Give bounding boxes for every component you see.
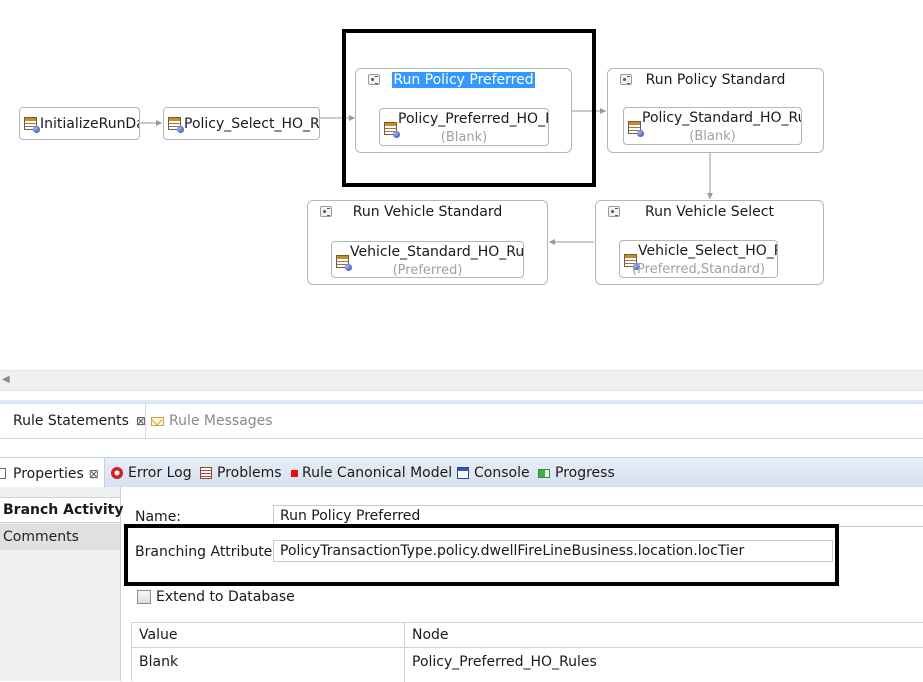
branch-run-vehicle-select[interactable]: Run Vehicle Select Vehicle_Select_HO_R (… <box>595 200 824 285</box>
table-cell-node[interactable]: Policy_Preferred_HO_Rules <box>405 649 923 674</box>
console-icon <box>457 467 469 479</box>
tab-console[interactable]: Console <box>457 458 530 488</box>
properties-icon <box>0 468 6 479</box>
tab-problems[interactable]: Problems <box>200 458 282 488</box>
tab-rule-canonical-model[interactable]: Rule Canonical Model <box>291 458 452 488</box>
extend-to-database-checkbox[interactable] <box>137 590 151 604</box>
rule-table-icon <box>24 117 40 133</box>
branching-attribute-label: Branching Attribute: <box>135 544 278 560</box>
rule-node[interactable]: Vehicle_Standard_HO_Rule (Preferred) <box>331 241 524 278</box>
tab-properties[interactable]: Properties ⊠ <box>0 458 105 489</box>
branch-title: Run Policy Standard <box>645 72 786 88</box>
tab-rule-statements[interactable]: Rule Statements ⊠ <box>0 404 146 438</box>
branch-title: Run Vehicle Standard <box>352 204 503 220</box>
canonical-model-icon <box>291 469 298 477</box>
editor-tab-bar: Rule Statements ⊠ Rule Messages <box>0 404 923 439</box>
connector-lines <box>140 108 713 245</box>
activity-initialize-run-data[interactable]: InitializeRunDa <box>19 107 140 140</box>
rule-table-icon <box>168 117 184 133</box>
nav-branch-activity[interactable]: Branch Activity <box>0 497 124 523</box>
branching-attribute-field[interactable]: PolicyTransactionType.policy.dwellFireLi… <box>273 540 833 562</box>
tab-error-log[interactable]: Error Log <box>111 458 192 488</box>
rule-node[interactable]: Vehicle_Select_HO_R (Preferred,Standard) <box>619 240 778 278</box>
properties-nav: Branch Activity Comments <box>0 487 124 681</box>
branch-run-policy-preferred[interactable]: Run Policy Preferred Policy_Preferred_HO… <box>355 68 572 153</box>
extend-to-database-label: Extend to Database <box>156 589 295 605</box>
name-field[interactable]: Run Policy Preferred <box>273 505 923 527</box>
table-cell-value[interactable]: Blank <box>132 649 404 674</box>
error-log-icon <box>111 467 123 479</box>
close-icon[interactable]: ⊠ <box>89 467 99 481</box>
diagram-horizontal-scrollbar[interactable]: ◀ <box>0 370 923 391</box>
name-label: Name: <box>135 509 182 525</box>
branch-run-vehicle-standard[interactable]: Run Vehicle Standard Vehicle_Standard_HO… <box>307 200 548 285</box>
branch-run-policy-standard[interactable]: Run Policy Standard Policy_Standard_HO_R… <box>607 68 824 153</box>
rule-node[interactable]: Policy_Standard_HO_Ru (Blank) <box>623 107 802 145</box>
column-header-node[interactable]: Node <box>405 623 923 648</box>
view-tab-bar: Properties ⊠ Error Log Problems Rule Can… <box>0 457 923 489</box>
column-header-value[interactable]: Value <box>132 623 404 648</box>
problems-icon <box>200 467 212 479</box>
close-icon[interactable]: ⊠ <box>136 414 146 428</box>
scroll-left-icon[interactable]: ◀ <box>2 374 10 385</box>
rule-node[interactable]: Policy_Preferred_HO_R (Blank) <box>379 108 549 146</box>
nav-comments[interactable]: Comments <box>0 524 120 550</box>
message-icon <box>151 416 164 426</box>
tab-rule-messages[interactable]: Rule Messages <box>151 404 273 438</box>
flow-diagram-canvas[interactable]: InitializeRunDa Policy_Select_HO_Ru Run … <box>0 0 923 370</box>
branch-title: Run Vehicle Select <box>644 204 774 220</box>
progress-icon <box>538 468 550 478</box>
activity-policy-select[interactable]: Policy_Select_HO_Ru <box>163 107 320 140</box>
branch-values-table: Value Node Blank Policy_Preferred_HO_Rul… <box>131 622 923 682</box>
branch-title: Run Policy Preferred <box>392 72 535 88</box>
tab-progress[interactable]: Progress <box>538 458 615 488</box>
